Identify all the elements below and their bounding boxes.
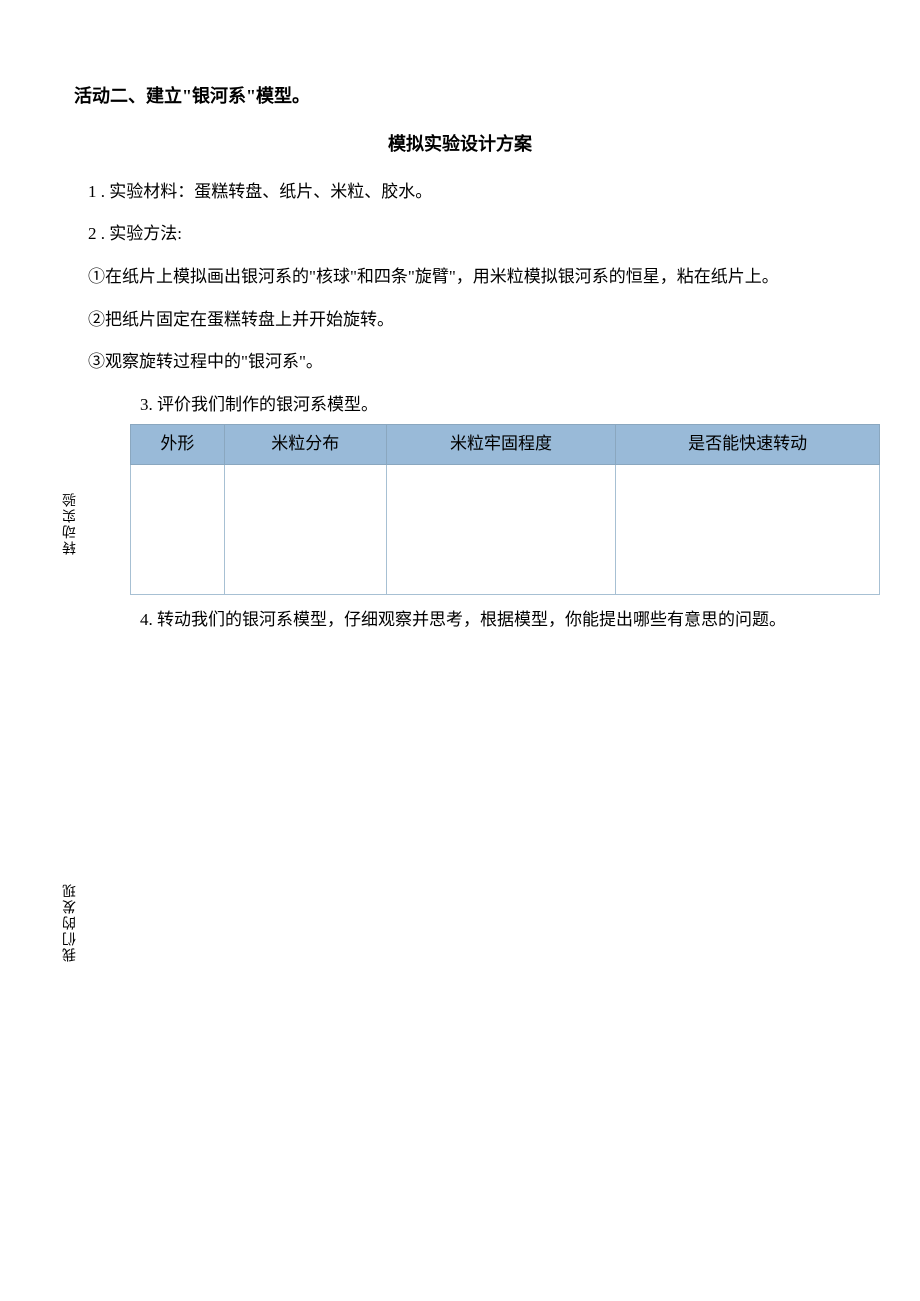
table-row bbox=[131, 464, 880, 594]
content-section: 1 . 实验材料：蛋糕转盘、纸片、米粒、胶水。 2 . 实验方法: ①在纸片上模… bbox=[88, 177, 860, 636]
table-header-row: 外形 米粒分布 米粒牢固程度 是否能快速转动 bbox=[131, 425, 880, 465]
table-header-distribution: 米粒分布 bbox=[224, 425, 386, 465]
table-header-shape: 外形 bbox=[131, 425, 225, 465]
evaluation-table: 外形 米粒分布 米粒牢固程度 是否能快速转动 bbox=[130, 424, 880, 595]
eval-label: 3. 评价我们制作的银河系模型。 bbox=[140, 390, 860, 421]
table-cell-shape[interactable] bbox=[131, 464, 225, 594]
table-cell-firmness[interactable] bbox=[386, 464, 616, 594]
side-label-findings: 我们的发现 bbox=[58, 882, 83, 962]
materials-line: 1 . 实验材料：蛋糕转盘、纸片、米粒、胶水。 bbox=[88, 177, 860, 208]
activity-title: 活动二、建立"银河系"模型。 bbox=[74, 80, 860, 112]
plan-title: 模拟实验设计方案 bbox=[60, 128, 860, 160]
method-label: 2 . 实验方法: bbox=[88, 219, 860, 250]
question-line: 4. 转动我们的银河系模型，仔细观察并思考，根据模型，你能提出哪些有意思的问题。 bbox=[140, 605, 860, 636]
table-cell-rotation[interactable] bbox=[616, 464, 880, 594]
table-header-rotation: 是否能快速转动 bbox=[616, 425, 880, 465]
method-step-1: ①在纸片上模拟画出银河系的"核球"和四条"旋臂"，用米粒模拟银河系的恒星，粘在纸… bbox=[88, 262, 860, 293]
method-step-3: ③观察旋转过程中的"银河系"。 bbox=[88, 347, 860, 378]
side-label-experiment: 转动实验 bbox=[58, 490, 83, 554]
table-wrap: 转动实验 外形 米粒分布 米粒牢固程度 是否能快速转动 bbox=[88, 424, 860, 595]
table-header-firmness: 米粒牢固程度 bbox=[386, 425, 616, 465]
table-cell-distribution[interactable] bbox=[224, 464, 386, 594]
method-step-2: ②把纸片固定在蛋糕转盘上并开始旋转。 bbox=[88, 305, 860, 336]
